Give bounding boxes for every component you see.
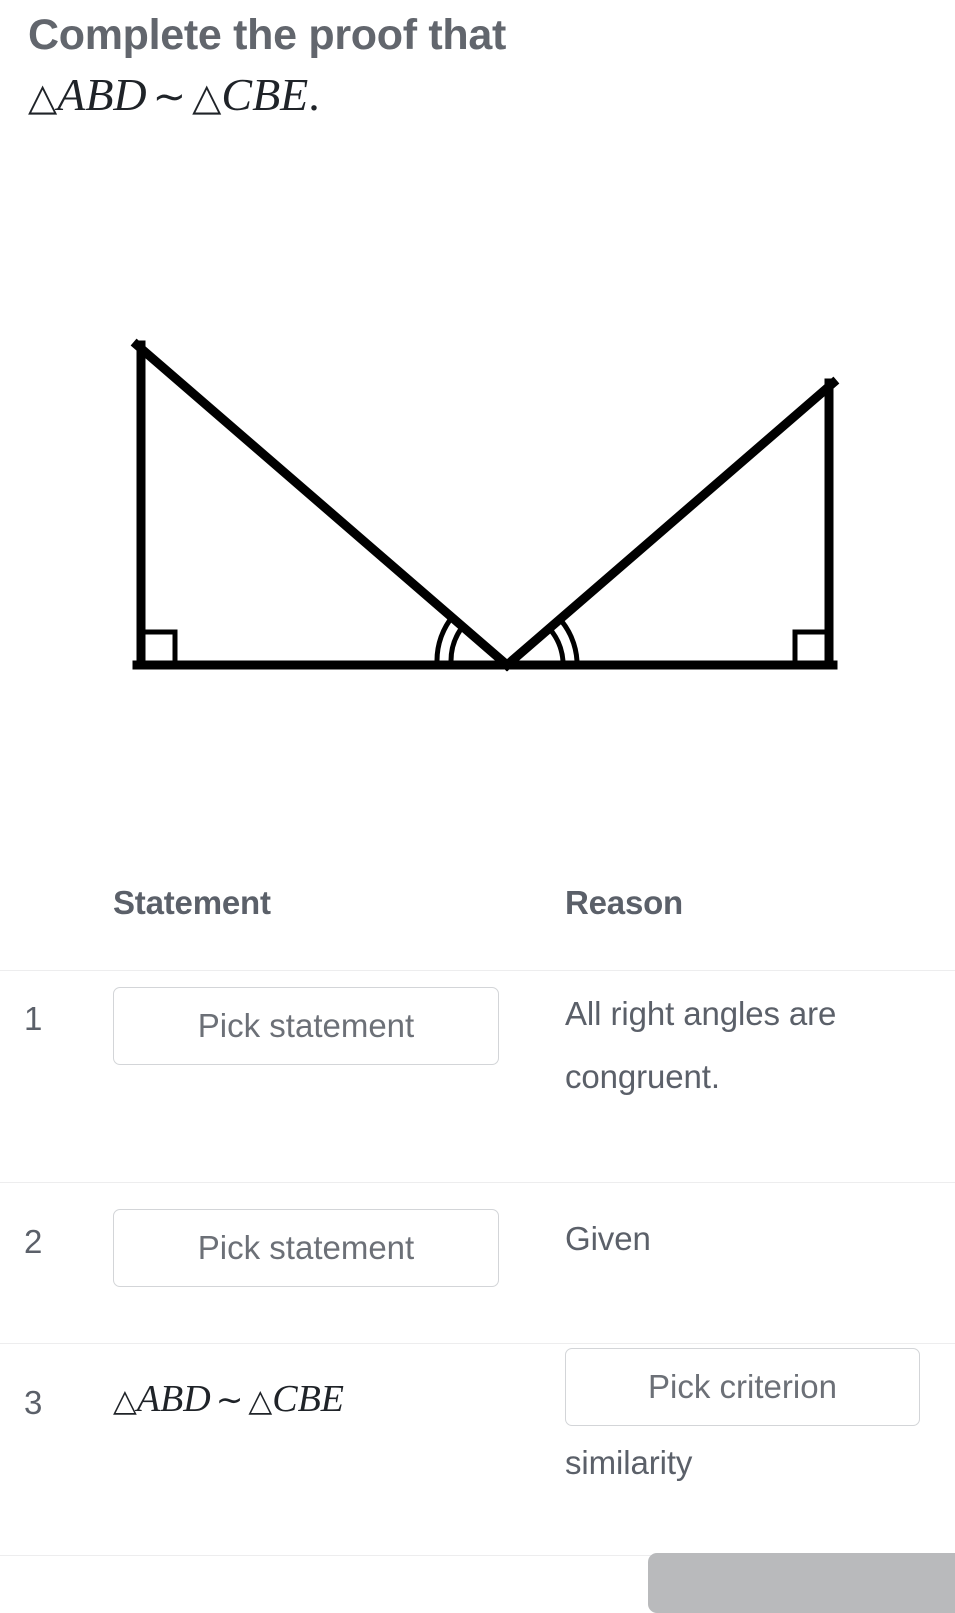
prompt-line-1: Complete the proof that (28, 11, 507, 59)
statement-cell: Pick statement (113, 987, 499, 1065)
proof-table: Statement Reason 1 Pick statement All ri… (0, 862, 955, 1556)
statement-cell: △ABD ∼ △CBE (113, 1377, 344, 1421)
reason-text-row1: All right angles are congruent. (565, 995, 837, 1095)
prompt-triangle-2-label: CBE (221, 69, 309, 121)
similar-to-symbol-1: ∼ (152, 74, 187, 121)
table-row: 2 Pick statement Given (0, 1183, 955, 1343)
table-row: 1 Pick statement All right angles are co… (0, 971, 955, 1182)
segment-right-hypotenuse (500, 376, 840, 672)
reason-text-row2: Given (565, 1220, 651, 1257)
row-number: 1 (24, 1000, 43, 1037)
statement-math-row3: △ABD ∼ △CBE (113, 1378, 344, 1420)
prompt-period: . (308, 69, 320, 121)
triangle-icon-4: △ (248, 1383, 273, 1419)
page-title: Complete the proof that △ABD ∼ △CBE. (28, 8, 928, 125)
reason-suffix-row3: similarity (565, 1444, 693, 1481)
table-header-row: Statement Reason (0, 862, 955, 970)
row-number: 3 (24, 1384, 43, 1421)
reason-cell: Pick criterion similarity (565, 1348, 935, 1495)
pick-statement-button-row2[interactable]: Pick statement (113, 1209, 499, 1287)
pick-criterion-button-row3[interactable]: Pick criterion (565, 1348, 920, 1426)
reason-cell: Given (565, 1208, 935, 1271)
right-angle-square-right (792, 629, 829, 665)
angle-arc-left-inner (448, 623, 466, 662)
triangle-icon-3: △ (113, 1383, 137, 1419)
reason-cell: All right angles are congruent. (565, 983, 935, 1108)
pick-statement-button-row1[interactable]: Pick statement (113, 987, 499, 1065)
statement-triangle-1-label: ABD (136, 1378, 211, 1420)
column-header-statement: Statement (113, 884, 271, 921)
right-angle-square-left (141, 629, 178, 665)
table-row: 3 △ABD ∼ △CBE Pick criterion similarity (0, 1344, 955, 1555)
similar-to-symbol-2: ∼ (215, 1380, 244, 1419)
statement-triangle-2-label: CBE (272, 1378, 344, 1420)
triangle-icon-2: △ (192, 75, 222, 120)
prompt-math-expression: △ABD ∼ △CBE. (28, 65, 928, 125)
prompt-triangle-1-label: ABD (57, 69, 147, 121)
statement-cell: Pick statement (113, 1209, 499, 1287)
row-number: 2 (24, 1223, 43, 1260)
submit-button[interactable] (648, 1553, 955, 1613)
triangle-icon-1: △ (28, 75, 58, 120)
angle-arc-right-inner (546, 625, 566, 662)
geometry-diagram (0, 300, 955, 720)
column-header-reason: Reason (565, 884, 684, 921)
geometry-diagram-svg (130, 338, 840, 672)
